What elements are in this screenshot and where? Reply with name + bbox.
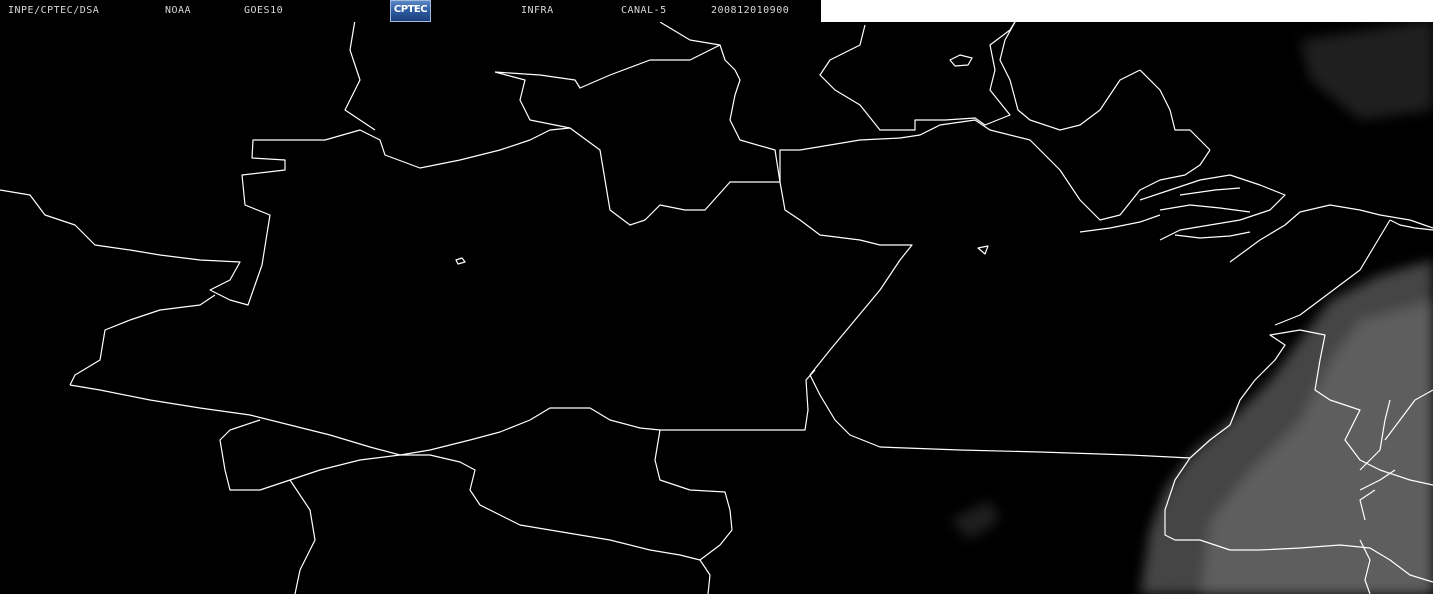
border-acre-bolivia [224, 454, 711, 594]
lake-feature-2 [977, 245, 989, 255]
cptec-logo: CPTEC [390, 0, 431, 22]
border-venezuela-brazil [779, 119, 1211, 221]
border-suriname [999, 21, 1141, 131]
border-french-guiana [1139, 69, 1211, 151]
channel-label: CANAL-5 [621, 5, 667, 16]
product-label: INFRA [521, 5, 554, 16]
header-blank-area [821, 0, 1433, 22]
lake-guri [949, 54, 973, 67]
satellite-map [0, 19, 1433, 594]
source-label: INPE/CPTEC/DSA [8, 5, 100, 16]
satellite-label: GOES10 [244, 5, 284, 16]
amazon-delta-islands [1079, 174, 1286, 241]
border-ceara [1389, 219, 1433, 231]
satellite-image-viewer: INPE/CPTEC/DSA NOAA GOES10 CPTEC INFRA C… [0, 0, 1433, 594]
border-peru-brazil [69, 369, 816, 456]
border-amazonas-south [69, 294, 216, 386]
border-colombia-ecuador [0, 127, 780, 306]
cloud-cover [950, 20, 1433, 594]
lake-feature-1 [455, 257, 466, 265]
agency-label: NOAA [165, 5, 192, 16]
timestamp-label: 200812010900 [711, 5, 790, 16]
logo-text: CPTEC [393, 4, 428, 15]
border-peru-bolivia [219, 419, 316, 594]
border-venezuela-north [659, 21, 721, 46]
border-rondonia-mt [654, 429, 733, 561]
image-header-bar: INPE/CPTEC/DSA NOAA GOES10 CPTEC INFRA C… [0, 0, 821, 22]
border-amazonas-para [779, 181, 1191, 459]
border-guyana [819, 21, 1016, 131]
